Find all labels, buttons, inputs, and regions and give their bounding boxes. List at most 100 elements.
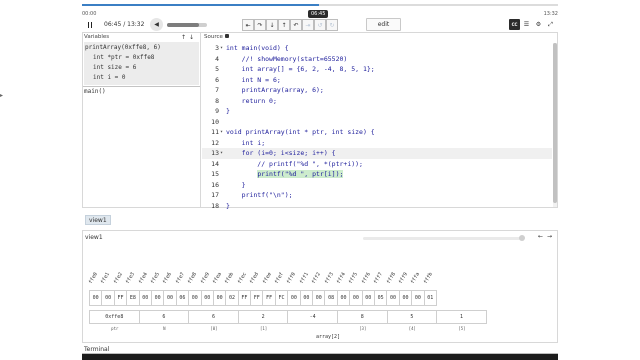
step-controls: ⇤ ↷ ↓ ↑ ↶ ⇥ ↺ ↻ bbox=[242, 19, 338, 31]
code-line[interactable]: 18} bbox=[202, 201, 552, 212]
code-line[interactable]: 7 printArray(array, 6); bbox=[202, 85, 552, 96]
code-line[interactable]: 11 ▾ void printArray(int * ptr, int size) … bbox=[202, 127, 552, 138]
memory-byte: FF bbox=[262, 290, 276, 306]
cc-icon[interactable]: CC bbox=[509, 19, 520, 30]
source-scrollbar[interactable] bbox=[553, 43, 557, 207]
timeline-current-bubble: 06:45 bbox=[308, 10, 329, 18]
tab-view1[interactable]: view1 bbox=[85, 215, 111, 225]
code-text: int array[] = {6, 2, -4, 8, 5, 1}; bbox=[226, 65, 375, 73]
code-text: } bbox=[226, 180, 246, 189]
stack-frame-current[interactable]: printArray(0xffe8, 6) int *ptr = 0xffe8 i… bbox=[84, 42, 199, 85]
pause-button[interactable] bbox=[84, 20, 96, 30]
memory-view: view1 ← → 00 00 FF E8 00 00 00 06 00 00 00 02 FF FF FF… bbox=[82, 230, 558, 343]
line-number: 7 bbox=[215, 86, 219, 94]
code-text: for (i=0; i<size; i++) { bbox=[226, 149, 336, 157]
line-number: 4 bbox=[215, 54, 219, 63]
fold-arrow-icon[interactable]: ▾ bbox=[220, 148, 223, 159]
memory-next-icon[interactable]: → bbox=[545, 232, 554, 240]
volume-slider[interactable] bbox=[167, 23, 207, 27]
step-into-icon[interactable]: ↓ bbox=[266, 19, 278, 31]
lock-icon[interactable] bbox=[224, 33, 229, 38]
memory-byte: 00 bbox=[361, 290, 375, 306]
code-line[interactable]: 6 int N = 6; bbox=[202, 75, 552, 86]
line-number: 12 bbox=[211, 138, 219, 147]
playback-timeline[interactable]: 00:00 06:45 13:32 bbox=[82, 0, 558, 20]
memory-byte: 00 bbox=[349, 290, 363, 306]
code-text: void printArray(int * ptr, int size) { bbox=[226, 128, 375, 136]
code-line[interactable]: 14 // printf("%d ", *(ptr+i)); bbox=[202, 159, 552, 170]
expand-icon[interactable]: ⤢ bbox=[545, 19, 556, 30]
settings-icon[interactable]: ⚙ bbox=[533, 19, 544, 30]
code-line[interactable]: 9} bbox=[202, 106, 552, 117]
code-text: printArray(array, 6); bbox=[226, 86, 324, 94]
memory-byte: 00 bbox=[163, 290, 177, 306]
code-line[interactable]: 5 int array[] = {6, 2, -4, 8, 5, 1}; bbox=[202, 64, 552, 75]
volume-icon[interactable]: ◀ bbox=[150, 18, 163, 31]
line-number: 16 bbox=[211, 180, 219, 189]
memory-scrollbar[interactable] bbox=[363, 235, 525, 241]
frame-title: printArray(0xffe8, 6) bbox=[85, 44, 161, 51]
terminal-panel[interactable] bbox=[82, 354, 558, 360]
frame-nav-arrows-icon[interactable]: ↑↓ bbox=[181, 33, 197, 42]
fold-arrow-icon[interactable]: ▾ bbox=[220, 127, 223, 138]
memory-byte: 00 bbox=[188, 290, 202, 306]
memory-prev-icon[interactable]: ← bbox=[536, 232, 545, 240]
playback-controls: 06:45 / 13:32 ◀ ⇤ ↷ ↓ ↑ ↶ ⇥ ↺ ↻ edit CC ☰ ⚙ ⤢ bbox=[82, 18, 558, 32]
line-number: 11 bbox=[211, 128, 219, 136]
code-editor[interactable]: 3 ▾ int main(void) {4 //! showMemory(start… bbox=[202, 43, 552, 211]
variables-panel: Variables ↑↓ printArray(0xffe8, 6) int *… bbox=[83, 33, 201, 207]
code-line[interactable]: 13 ▾ for (i=0; i<size; i++) { bbox=[202, 148, 552, 159]
line-number: 6 bbox=[215, 75, 219, 84]
code-line[interactable]: 10 bbox=[202, 117, 552, 128]
variable-row: int *ptr = 0xffe8 bbox=[93, 54, 155, 61]
view-options: CC ☰ ⚙ ⤢ bbox=[508, 19, 556, 30]
source-title: Source bbox=[204, 34, 223, 40]
step-out-icon[interactable]: ↑ bbox=[278, 19, 290, 31]
memory-byte: 00 bbox=[101, 290, 115, 306]
code-line[interactable]: 12 int i; bbox=[202, 138, 552, 149]
memory-value: 8 bbox=[336, 310, 388, 324]
memory-byte: 00 bbox=[89, 290, 103, 306]
code-line[interactable]: 8 return 0; bbox=[202, 96, 552, 107]
memory-value-label: [3] bbox=[359, 326, 367, 331]
side-marker-icon: ▸ bbox=[0, 92, 4, 99]
memory-byte: 00 bbox=[336, 290, 351, 306]
redo-icon[interactable]: ↻ bbox=[326, 19, 338, 31]
line-number: 5 bbox=[215, 65, 219, 73]
undo-icon[interactable]: ↺ bbox=[314, 19, 326, 31]
memory-value-label: N bbox=[163, 326, 166, 331]
address-label: ffe0 bbox=[87, 271, 100, 285]
variable-value: 6 bbox=[132, 64, 137, 71]
code-line[interactable]: 17 printf("\n"); bbox=[202, 190, 552, 201]
memory-byte: FC bbox=[274, 290, 289, 306]
step-over-icon[interactable]: ↷ bbox=[254, 19, 266, 31]
step-start-icon[interactable]: ⇤ bbox=[242, 19, 254, 31]
run-icon[interactable]: ⇥ bbox=[302, 19, 314, 31]
menu-icon[interactable]: ☰ bbox=[521, 19, 532, 30]
memory-value: 6 bbox=[138, 310, 190, 324]
fold-arrow-icon[interactable]: ▾ bbox=[220, 43, 223, 54]
memory-byte: FF bbox=[113, 290, 128, 306]
memory-byte: 08 bbox=[324, 290, 338, 306]
memory-value: 6 bbox=[188, 310, 239, 324]
edit-button[interactable]: edit bbox=[366, 18, 401, 31]
memory-byte: FF bbox=[250, 290, 264, 306]
code-text: } bbox=[226, 201, 230, 210]
memory-value: 1 bbox=[436, 310, 487, 324]
line-number: 13 bbox=[211, 149, 219, 157]
code-line[interactable]: 3 ▾ int main(void) { bbox=[202, 43, 552, 54]
debugger-panel: Variables ↑↓ printArray(0xffe8, 6) int *… bbox=[82, 32, 558, 210]
variable-name: int size bbox=[93, 64, 122, 71]
stack-frame-main[interactable]: main() bbox=[83, 86, 200, 96]
step-back-icon[interactable]: ↶ bbox=[290, 19, 302, 31]
code-line[interactable]: 15 printf("%d ", ptr[i]); bbox=[202, 169, 552, 180]
variable-name: int i bbox=[93, 74, 112, 81]
code-line[interactable]: 16 } bbox=[202, 180, 552, 191]
code-text: int N = 6; bbox=[226, 75, 281, 84]
variable-row: int size = 6 bbox=[93, 64, 137, 71]
code-text: printf("%d ", ptr[i]); bbox=[226, 169, 344, 180]
code-line[interactable]: 4 //! showMemory(start=65520) bbox=[202, 54, 552, 65]
source-panel: Source 3 ▾ int main(void) {4 //! showMemor… bbox=[202, 33, 557, 210]
variable-value: 0 bbox=[121, 74, 126, 81]
memory-value-label: ptr bbox=[111, 326, 119, 331]
